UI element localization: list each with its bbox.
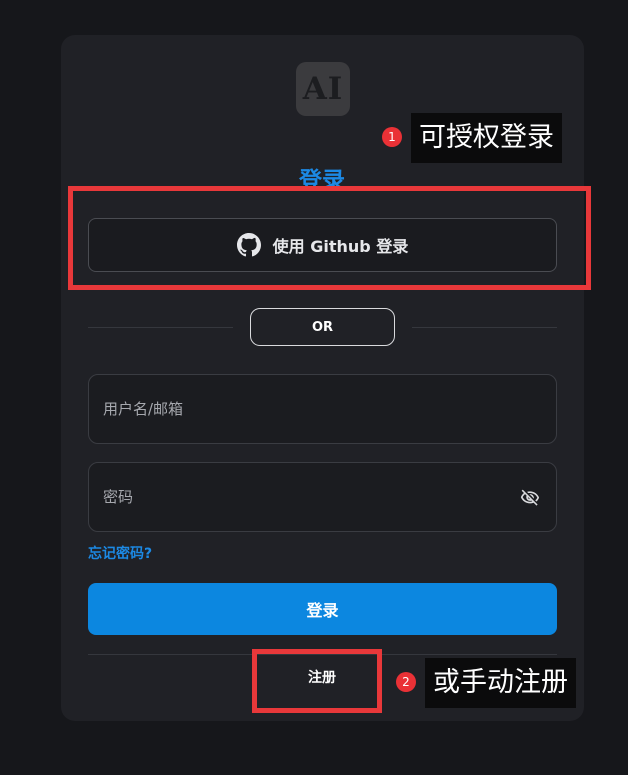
annotation-callout-1: 可授权登录 bbox=[411, 113, 562, 163]
password-input[interactable] bbox=[103, 463, 503, 531]
password-field bbox=[88, 462, 557, 532]
highlight-box-github bbox=[68, 186, 591, 290]
divider-left bbox=[88, 327, 233, 328]
username-field bbox=[88, 374, 557, 444]
or-divider: OR bbox=[250, 308, 395, 346]
annotation-callout-2: 或手动注册 bbox=[425, 658, 576, 708]
annotation-badge-2: 2 bbox=[396, 672, 416, 692]
forgot-password-link[interactable]: 忘记密码? bbox=[88, 543, 152, 563]
login-button[interactable]: 登录 bbox=[88, 583, 557, 635]
app-logo: AI bbox=[296, 62, 350, 116]
eye-off-icon[interactable] bbox=[520, 488, 540, 508]
annotation-badge-1: 1 bbox=[382, 127, 402, 147]
username-input[interactable] bbox=[103, 375, 503, 443]
highlight-box-register bbox=[252, 649, 382, 713]
divider-right bbox=[412, 327, 557, 328]
